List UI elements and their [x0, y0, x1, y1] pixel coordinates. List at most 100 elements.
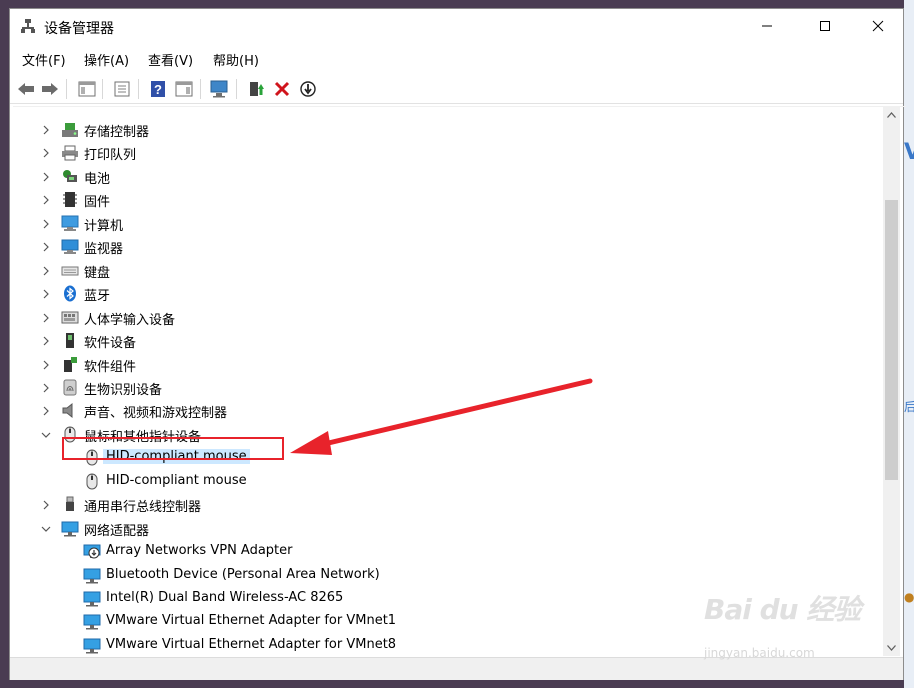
menu-action[interactable]: 操作(A)	[84, 50, 129, 69]
expand-toggle[interactable]	[41, 312, 51, 323]
tree-category[interactable]: 软件组件	[13, 353, 883, 376]
network-adapter-icon	[83, 567, 101, 584]
toolbar-separator	[200, 79, 201, 99]
tree-device[interactable]: VMware Virtual Ethernet Adapter for VMne…	[13, 634, 883, 657]
tree-item-label: HID-compliant mouse	[103, 449, 250, 465]
tree-category[interactable]: 人体学输入设备	[13, 306, 883, 329]
expand-toggle[interactable]	[41, 218, 51, 229]
tree-item-label: 软件设备	[84, 336, 137, 352]
menu-view[interactable]: 查看(V)	[148, 50, 193, 69]
tree-category[interactable]: 蓝牙	[13, 282, 883, 305]
tree-category[interactable]: 电池	[13, 165, 883, 188]
maximize-button[interactable]	[801, 9, 849, 43]
storage-controller-icon	[61, 121, 79, 138]
monitor-icon	[61, 238, 79, 255]
update-driver-button[interactable]	[246, 79, 266, 99]
expand-toggle[interactable]	[41, 124, 51, 135]
network-adapter-icon	[83, 590, 101, 607]
chevron-right-icon	[43, 406, 49, 416]
menu-help[interactable]: 帮助(H)	[213, 50, 259, 69]
forward-button[interactable]	[40, 79, 60, 99]
expand-toggle[interactable]	[41, 335, 51, 346]
tree-item-label: 网络适配器	[84, 523, 150, 539]
tree-item-label: HID-compliant mouse	[106, 472, 247, 488]
expand-toggle[interactable]	[41, 405, 51, 416]
vertical-scrollbar[interactable]	[883, 106, 900, 656]
tree-category[interactable]: 声音、视频和游戏控制器	[13, 399, 883, 422]
keyboard-icon	[61, 262, 79, 279]
minimize-icon	[762, 25, 772, 27]
back-button[interactable]	[16, 79, 36, 99]
tree-category[interactable]: 打印队列	[13, 141, 883, 164]
scroll-down-button[interactable]	[883, 639, 900, 656]
tree-category[interactable]: 软件设备	[13, 329, 883, 352]
help-button[interactable]: ?	[148, 79, 168, 99]
expand-toggle[interactable]	[41, 194, 51, 205]
tree-category[interactable]: 键盘	[13, 259, 883, 282]
tree-device[interactable]: HID-compliant mouse	[13, 470, 883, 493]
tree-category[interactable]: 固件	[13, 188, 883, 211]
tree-category[interactable]: 存储控制器	[13, 118, 883, 141]
tree-category[interactable]: 计算机	[13, 212, 883, 235]
tree-device[interactable]: Array Networks VPN Adapter	[13, 540, 883, 563]
tree-device[interactable]: Bluetooth Device (Personal Area Network)	[13, 564, 883, 587]
tree-item-label: 键盘	[84, 265, 111, 281]
toolbar-separator	[236, 79, 237, 99]
properties-button[interactable]	[112, 79, 132, 99]
minimize-button[interactable]	[743, 9, 791, 43]
scroll-up-button[interactable]	[883, 106, 900, 123]
chevron-down-icon	[887, 644, 896, 651]
action-pane-button[interactable]	[174, 79, 194, 99]
expand-toggle[interactable]	[41, 147, 51, 158]
expand-toggle[interactable]	[41, 499, 51, 510]
collapse-toggle[interactable]	[41, 429, 51, 439]
forward-arrow-icon	[42, 83, 58, 95]
expand-toggle[interactable]	[41, 359, 51, 369]
tree-category[interactable]: 监视器	[13, 235, 883, 258]
expand-toggle[interactable]	[41, 382, 51, 393]
disable-device-button[interactable]	[298, 79, 318, 99]
chevron-right-icon	[43, 336, 49, 346]
uninstall-device-button[interactable]	[272, 79, 292, 99]
tree-item-label: VMware Virtual Ethernet Adapter for VMne…	[106, 636, 397, 652]
scroll-thumb[interactable]	[885, 200, 898, 480]
help-icon: ?	[151, 81, 165, 97]
tree-device[interactable]: Intel(R) Dual Band Wireless-AC 8265	[13, 587, 883, 610]
usb-icon	[61, 496, 79, 513]
expand-toggle[interactable]	[41, 288, 51, 299]
tree-device[interactable]: HID-compliant mouse	[13, 446, 883, 469]
tree-category[interactable]: 网络适配器	[13, 517, 883, 540]
tree-category[interactable]: 生物识别设备	[13, 376, 883, 399]
mouse-icon	[61, 426, 79, 443]
tree-item-label: 存储控制器	[84, 125, 150, 140]
scan-hardware-button[interactable]	[210, 79, 230, 99]
console-tree-button[interactable]	[77, 79, 97, 99]
show-hide-console-tree-icon	[78, 81, 96, 97]
close-button[interactable]	[854, 9, 902, 43]
status-bar	[10, 657, 903, 680]
maximize-icon	[820, 21, 830, 31]
tree-item-label: VMware Virtual Ethernet Adapter for VMne…	[106, 613, 397, 629]
expand-toggle[interactable]	[41, 171, 51, 182]
tree-item-label: 计算机	[84, 218, 124, 234]
tree-device[interactable]: VMware Virtual Ethernet Adapter for VMne…	[13, 610, 883, 633]
device-tree[interactable]: 存储控制器 打印队列 电池 固件计算机 监视器键盘 蓝牙 人体学输入设备软件设备 软件组件生物…	[13, 106, 906, 657]
tree-item-label: Intel(R) Dual Band Wireless-AC 8265	[106, 590, 344, 605]
network-adapter-warning-icon	[83, 543, 101, 560]
chevron-right-icon	[43, 289, 49, 299]
tree-item-label: 生物识别设备	[84, 382, 163, 398]
tree-item-label: 鼠标和其他指针设备	[84, 429, 202, 445]
battery-icon	[61, 168, 79, 185]
collapse-toggle[interactable]	[41, 523, 51, 533]
tree-category[interactable]: 通用串行总线控制器	[13, 493, 883, 516]
tree-category[interactable]: 鼠标和其他指针设备	[13, 423, 883, 446]
mouse-icon	[83, 473, 101, 490]
menu-file[interactable]: 文件(F)	[22, 50, 66, 69]
expand-toggle[interactable]	[41, 265, 51, 276]
expand-toggle[interactable]	[41, 241, 51, 252]
monitor-scan-icon	[210, 80, 228, 98]
tree-item-label: Array Networks VPN Adapter	[106, 543, 293, 559]
close-icon	[872, 20, 884, 32]
network-adapter-icon	[83, 613, 101, 630]
hid-icon	[61, 309, 79, 326]
